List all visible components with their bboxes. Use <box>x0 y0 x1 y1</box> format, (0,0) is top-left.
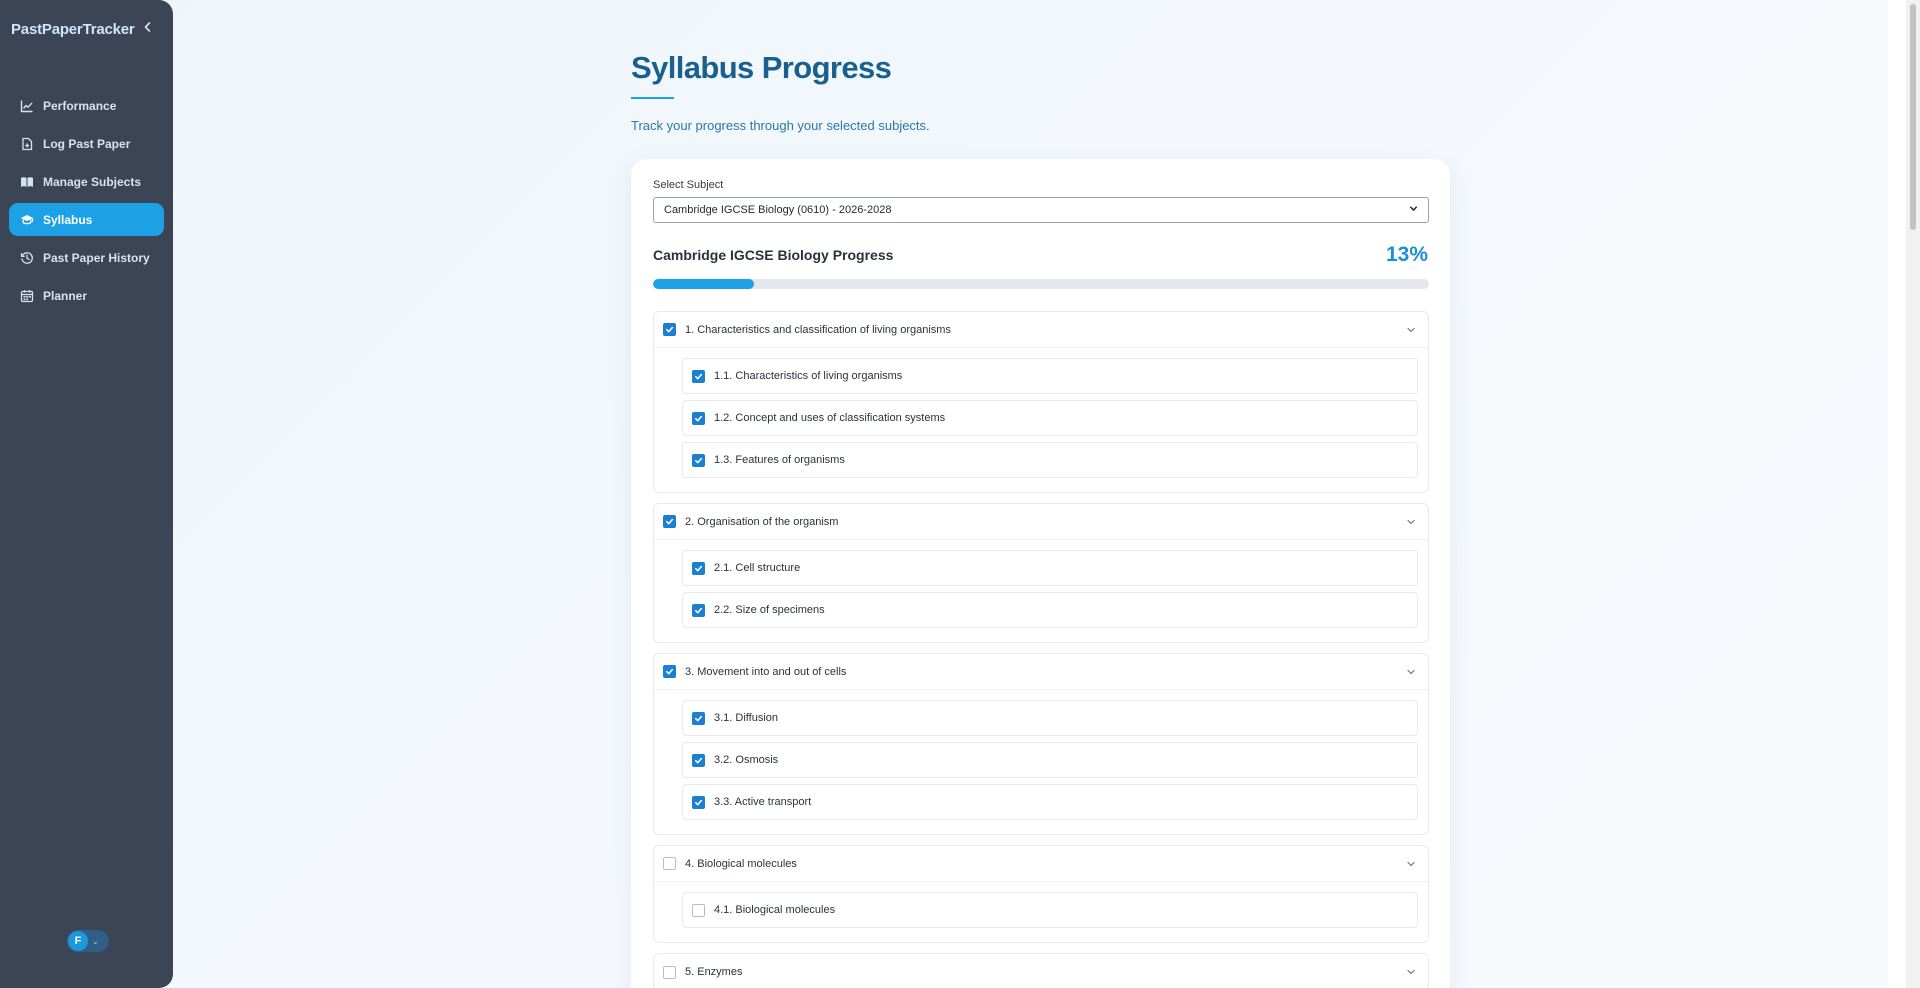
sidebar-item-performance[interactable]: Performance <box>9 89 164 122</box>
chevron-down-icon <box>1409 204 1418 216</box>
subtopic-label: 1.2. Concept and uses of classification … <box>714 412 946 424</box>
sidebar-item-label: Syllabus <box>43 212 93 227</box>
chevron-down-icon[interactable] <box>1405 323 1417 335</box>
section-checkbox[interactable] <box>663 665 676 678</box>
history-icon <box>20 251 34 265</box>
progress-title: Cambridge IGCSE Biology Progress <box>653 247 894 263</box>
syllabus-section: 4. Biological molecules 4.1. Biological m… <box>653 845 1429 943</box>
section-title: 2. Organisation of the organism <box>685 515 839 528</box>
page-subtitle: Track your progress through your selecte… <box>631 118 930 133</box>
subtopic-label: 1.1. Characteristics of living organisms <box>714 370 903 382</box>
section-title: 4. Biological molecules <box>685 857 797 870</box>
sidebar-item-planner[interactable]: Planner <box>9 279 164 312</box>
subtopic-checkbox[interactable] <box>692 411 705 425</box>
syllabus-section: 5. Enzymes <box>653 953 1429 988</box>
user-menu-button[interactable]: F ⌄ <box>67 930 109 952</box>
syllabus-card: Select Subject Cambridge IGCSE Biology (… <box>631 159 1450 988</box>
subtopic-item[interactable]: 2.1. Cell structure <box>682 550 1418 586</box>
subtopic-item[interactable]: 1.2. Concept and uses of classification … <box>682 400 1418 436</box>
section-header[interactable]: 3. Movement into and out of cells <box>654 654 1428 690</box>
page-title: Syllabus Progress <box>631 50 892 85</box>
chevron-down-icon[interactable] <box>1405 515 1417 527</box>
subtopic-item[interactable]: 1.1. Characteristics of living organisms <box>682 358 1418 394</box>
subtopic-label: 2.1. Cell structure <box>714 562 801 574</box>
section-header[interactable]: 1. Characteristics and classification of… <box>654 312 1428 348</box>
section-checkbox[interactable] <box>663 857 676 870</box>
syllabus-section: 3. Movement into and out of cells 3.1. Di… <box>653 653 1429 835</box>
subtopic-checkbox[interactable] <box>692 369 705 383</box>
subtopic-list: 1.1. Characteristics of living organisms… <box>654 348 1428 492</box>
progress-bar <box>653 279 1429 289</box>
chevron-down-icon[interactable] <box>1405 857 1417 869</box>
select-subject-label: Select Subject <box>653 179 724 191</box>
subject-select-value: Cambridge IGCSE Biology (0610) - 2026-20… <box>664 204 892 216</box>
subtopic-label: 3.1. Diffusion <box>714 712 779 724</box>
subtopic-checkbox[interactable] <box>692 711 705 725</box>
section-title: 3. Movement into and out of cells <box>685 665 847 678</box>
subtopic-item[interactable]: 3.3. Active transport <box>682 784 1418 820</box>
section-header[interactable]: 5. Enzymes <box>654 954 1428 988</box>
subtopic-label: 1.3. Features of organisms <box>714 454 845 466</box>
subtopic-checkbox[interactable] <box>692 453 705 467</box>
subtopic-label: 4.1. Biological molecules <box>714 904 836 916</box>
sidebar-item-label: Past Paper History <box>43 250 150 265</box>
subtopic-checkbox[interactable] <box>692 903 705 917</box>
calendar-icon <box>20 289 34 303</box>
progress-percent: 13% <box>1385 243 1428 266</box>
sidebar-nav: Performance Log Past Paper Manage Subjec… <box>9 89 164 317</box>
scrollbar-thumb[interactable] <box>1910 4 1916 230</box>
section-title: 5. Enzymes <box>685 966 743 978</box>
syllabus-sections: 1. Characteristics and classification of… <box>653 311 1429 988</box>
syllabus-section: 1. Characteristics and classification of… <box>653 311 1429 493</box>
subtopic-item[interactable]: 2.2. Size of specimens <box>682 592 1418 628</box>
subtopic-checkbox[interactable] <box>692 753 705 767</box>
graduation-cap-icon <box>20 213 34 227</box>
section-title: 1. Characteristics and classification of… <box>685 323 951 336</box>
app-brand[interactable]: PastPaperTracker <box>11 21 135 38</box>
subtopic-item[interactable]: 1.3. Features of organisms <box>682 442 1418 478</box>
subtopic-item[interactable]: 3.2. Osmosis <box>682 742 1418 778</box>
section-header[interactable]: 2. Organisation of the organism <box>654 504 1428 540</box>
sidebar: PastPaperTracker Performance Log Past Pa… <box>0 0 173 988</box>
subtopic-list: 2.1. Cell structure 2.2. Size of specimen… <box>654 540 1428 642</box>
subtopic-label: 3.3. Active transport <box>714 796 812 808</box>
sidebar-item-syllabus[interactable]: Syllabus <box>9 203 164 236</box>
subtopic-checkbox[interactable] <box>692 603 705 617</box>
section-header[interactable]: 4. Biological molecules <box>654 846 1428 882</box>
sidebar-item-label: Planner <box>43 288 88 303</box>
chevron-down-icon: ⌄ <box>92 936 99 946</box>
chart-line-icon <box>20 99 34 113</box>
chevron-down-icon[interactable] <box>1405 965 1417 977</box>
section-checkbox[interactable] <box>663 323 676 336</box>
file-plus-icon <box>20 137 34 151</box>
subtopic-list: 3.1. Diffusion 3.2. Osmosis 3.3. Active tr… <box>654 690 1428 834</box>
subtopic-item[interactable]: 4.1. Biological molecules <box>682 892 1418 928</box>
sidebar-item-label: Performance <box>43 98 117 113</box>
sidebar-item-manage-subjects[interactable]: Manage Subjects <box>9 165 164 198</box>
sidebar-item-log-past-paper[interactable]: Log Past Paper <box>9 127 164 160</box>
chevron-down-icon[interactable] <box>1405 665 1417 677</box>
subtopic-checkbox[interactable] <box>692 795 705 809</box>
subject-select[interactable]: Cambridge IGCSE Biology (0610) - 2026-20… <box>653 197 1429 223</box>
title-underline <box>631 97 674 99</box>
subtopic-item[interactable]: 3.1. Diffusion <box>682 700 1418 736</box>
subtopic-label: 2.2. Size of specimens <box>714 604 825 616</box>
sidebar-item-label: Log Past Paper <box>43 136 131 151</box>
page-scrollbar[interactable] <box>1906 0 1920 988</box>
book-open-icon <box>20 175 34 189</box>
subtopic-label: 3.2. Osmosis <box>714 754 779 766</box>
chevron-left-icon[interactable] <box>140 19 156 39</box>
section-checkbox[interactable] <box>663 515 676 528</box>
sidebar-item-label: Manage Subjects <box>43 174 142 189</box>
section-checkbox[interactable] <box>663 965 676 979</box>
subtopic-checkbox[interactable] <box>692 561 705 575</box>
progress-bar-fill <box>653 279 754 289</box>
subtopic-list: 4.1. Biological molecules <box>654 882 1428 942</box>
syllabus-section: 2. Organisation of the organism 2.1. Cell… <box>653 503 1429 643</box>
avatar: F <box>68 931 88 951</box>
sidebar-item-past-paper-history[interactable]: Past Paper History <box>9 241 164 274</box>
